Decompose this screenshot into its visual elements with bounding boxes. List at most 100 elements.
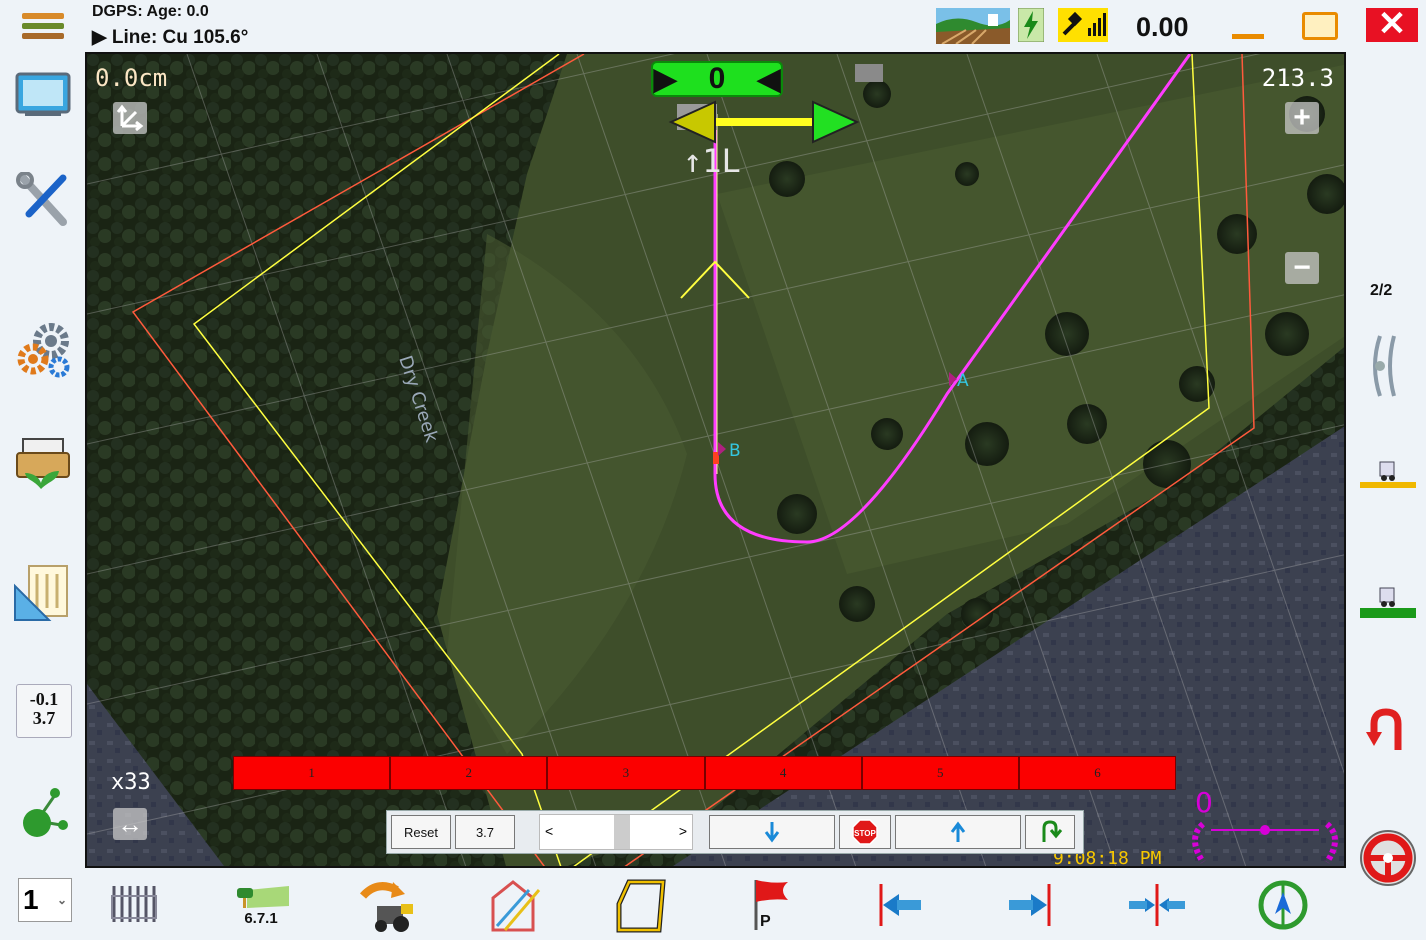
tool-number: 1: [23, 884, 39, 915]
building: [855, 64, 883, 82]
bottom-toolbar: 1 ⌄ 6.7.1 P: [0, 870, 1426, 940]
zoom-in-button[interactable]: +: [1285, 101, 1319, 134]
nodes-icon: [23, 788, 68, 837]
toggle-width-button[interactable]: ↔: [113, 808, 147, 840]
minimize-button[interactable]: [1230, 10, 1266, 42]
track-spacing-button[interactable]: [1366, 334, 1406, 403]
compass-icon: [1258, 880, 1308, 930]
maximize-button[interactable]: [1302, 12, 1338, 40]
close-button[interactable]: ✕: [1366, 5, 1418, 43]
app-window: -0.1 3.7 DGPS: Age: 0.0 ▶ Line: Cu 105.6…: [0, 0, 1426, 940]
u-turn-arrow-icon: [1366, 708, 1402, 750]
scroll-left-icon[interactable]: <: [545, 823, 553, 839]
scroll-thumb[interactable]: [614, 815, 630, 849]
offset-bottom-value: 3.7: [32, 708, 56, 728]
move-up-button[interactable]: [895, 815, 1021, 849]
lane-indicator: ↑1L: [683, 142, 741, 180]
guidance-left-icon: ▶: [653, 62, 677, 96]
printer-plant-icon: [16, 438, 70, 489]
guidance-indicator[interactable]: ▶ 0 ◀: [651, 61, 783, 97]
flag-button[interactable]: P: [734, 874, 804, 936]
network-button[interactable]: [10, 782, 76, 848]
zoom-level-readout: x33: [111, 770, 151, 795]
horizontal-arrows-icon: ↔: [117, 808, 143, 839]
gps-signal-button[interactable]: [1058, 8, 1108, 47]
power-status-button[interactable]: [1017, 7, 1045, 47]
field-data-button[interactable]: [10, 430, 76, 496]
track-lines-icon: [1373, 335, 1396, 397]
cross-track-error-readout: 0.0cm: [95, 64, 168, 92]
dgps-age-label: DGPS: Age: 0.0: [92, 3, 209, 20]
field-view-button[interactable]: [936, 8, 1010, 49]
snap-to-pivot-button[interactable]: [1122, 874, 1192, 936]
monitor-icon: [15, 72, 71, 116]
arrow-right-line-icon: [1009, 884, 1051, 926]
tool-number-select[interactable]: 1 ⌄: [18, 878, 72, 922]
stop-button[interactable]: STOP: [839, 815, 891, 849]
tools-button[interactable]: [10, 168, 76, 234]
point-b-label: B: [729, 441, 741, 461]
barn-line-icon: [491, 880, 541, 932]
section-2-button[interactable]: 2: [390, 756, 548, 790]
boundary-polygon-icon: [616, 879, 666, 933]
pan-map-button[interactable]: [113, 102, 147, 134]
scroll-right-icon[interactable]: >: [679, 823, 687, 839]
u-turn-button[interactable]: [1364, 706, 1412, 759]
gears-icon: [17, 323, 70, 378]
guidance-line-label[interactable]: ▶ Line: Cu 105.6°: [92, 26, 248, 49]
guidance-value: 0: [708, 62, 726, 95]
horizontal-scrollbar[interactable]: < >: [539, 814, 693, 850]
point-a-label: A: [957, 371, 969, 391]
hamburger-menu-button[interactable]: [10, 0, 76, 52]
section-3-button[interactable]: 3: [547, 756, 705, 790]
section-6-button[interactable]: 6: [1018, 756, 1177, 790]
map-view[interactable]: A B Dry Creek 0.0cm 213.3 ↑1L x33 9:08:1…: [85, 52, 1346, 868]
field-tools-button[interactable]: [10, 560, 76, 626]
section-5-button[interactable]: 5: [861, 756, 1019, 790]
section-4-button[interactable]: 4: [704, 756, 862, 790]
tilt-view-button[interactable]: [1360, 456, 1416, 501]
plus-icon: +: [1293, 101, 1311, 134]
steer-angle-readout: 0: [1195, 786, 1213, 819]
lightning-icon: [1017, 7, 1045, 43]
arrow-down-icon: [764, 822, 780, 843]
stop-sign-icon: STOP: [852, 819, 878, 845]
settings-button[interactable]: [10, 316, 76, 382]
chevron-down-icon: ⌄: [56, 893, 67, 907]
guidance-right-icon: ◀: [757, 62, 781, 96]
reset-button[interactable]: Reset: [391, 815, 451, 849]
u-turn-record-button[interactable]: [1025, 815, 1075, 849]
recording-control-strip: Reset 3.7 < > STOP: [386, 810, 1084, 854]
red-flag-icon: P: [754, 880, 788, 930]
arrow-up-icon: [950, 821, 966, 842]
headland-button[interactable]: [480, 874, 550, 936]
vehicle-config-button[interactable]: [354, 874, 424, 936]
satellite-signal-icon: [1058, 8, 1108, 42]
section-1-button[interactable]: 1: [233, 756, 391, 790]
snap-right-button[interactable]: [994, 874, 1064, 936]
boundary-button[interactable]: [606, 874, 676, 936]
left-toolbar: -0.1 3.7: [0, 0, 84, 870]
snap-left-button[interactable]: [866, 874, 936, 936]
wrench-screwdriver-icon: [16, 172, 67, 226]
heading-readout: 213.3: [1261, 64, 1334, 92]
move-down-button[interactable]: [709, 815, 835, 849]
flat-view-button[interactable]: [1360, 582, 1416, 627]
steer-gauge-dot: [1260, 825, 1270, 835]
tram-lines-button[interactable]: [102, 874, 172, 936]
page-indicator: 2/2: [1370, 282, 1393, 299]
close-icon: ✕: [1377, 5, 1407, 43]
display-settings-button[interactable]: [10, 62, 76, 128]
offset-top-value: -0.1: [29, 689, 59, 709]
axes-icon: [116, 104, 144, 132]
compass-button[interactable]: [1248, 874, 1318, 936]
minimize-icon: [1232, 34, 1264, 39]
value-display: 3.7: [455, 815, 515, 849]
offset-display-button[interactable]: -0.1 3.7: [16, 684, 72, 738]
menu-icon: [22, 13, 64, 39]
tractor-ground-icon: [1360, 587, 1416, 618]
u-turn-icon: [1042, 820, 1063, 842]
minus-icon: −: [1293, 251, 1311, 284]
version-button[interactable]: 6.7.1: [226, 874, 296, 936]
zoom-out-button[interactable]: −: [1285, 251, 1319, 284]
